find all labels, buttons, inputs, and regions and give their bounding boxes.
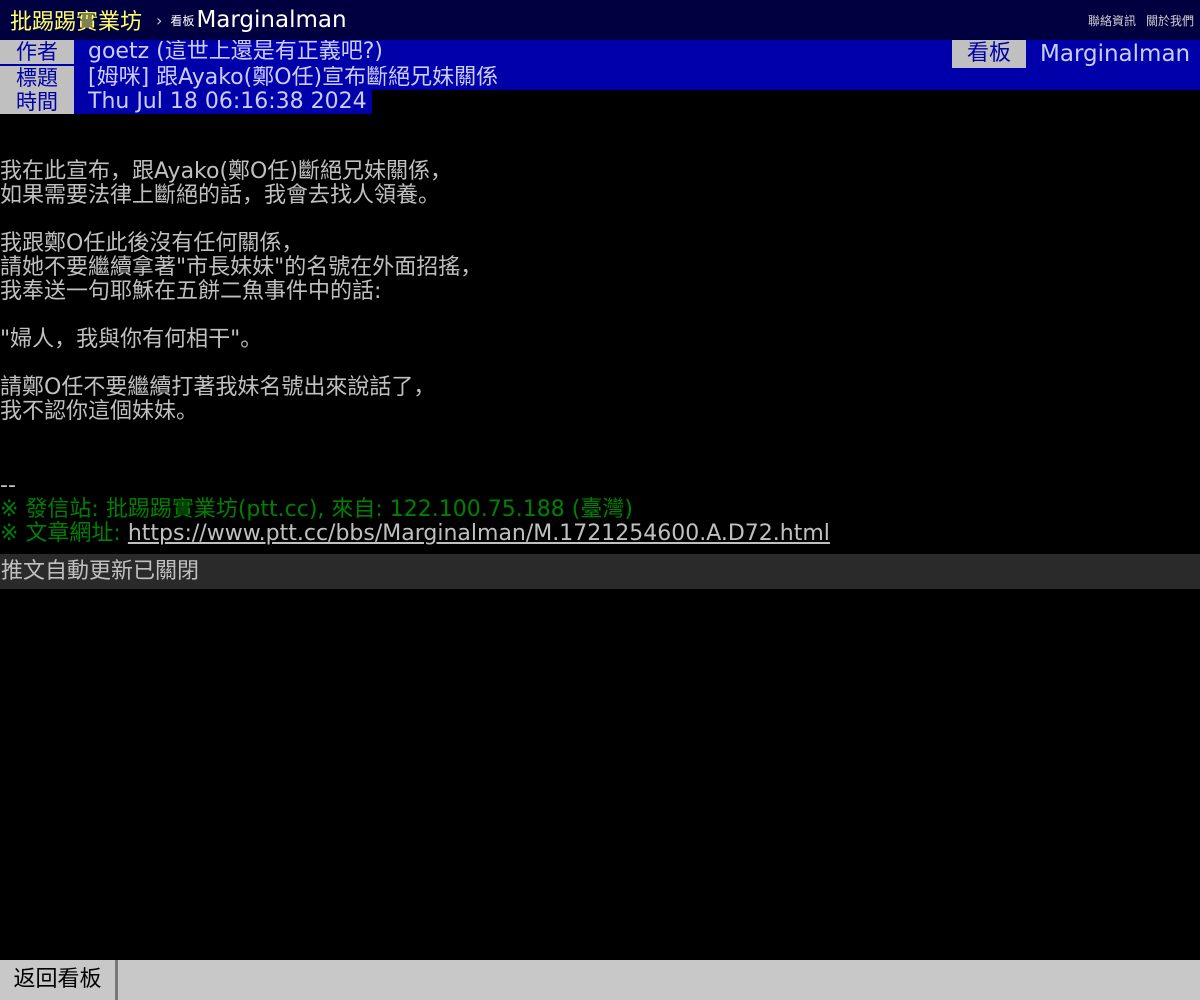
site-logo-link[interactable]: 批踢踢實業坊 <box>10 4 142 36</box>
breadcrumb-board-link[interactable]: Marginalman <box>196 7 346 33</box>
board-value: Marginalman <box>1040 41 1191 67</box>
body-line <box>0 352 1200 376</box>
url-line: ※ 文章網址: https://www.ptt.cc/bbs/Marginalm… <box>0 522 1200 546</box>
body-line: 我奉送一句耶穌在五餅二魚事件中的話: <box>0 279 382 304</box>
body-line: 請鄭O任不要繼續打著我妹名號出來說話了， <box>0 375 436 400</box>
body-line: 如果需要法律上斷絕的話，我會去找人領養。 <box>0 183 441 208</box>
title-tag: 標題 <box>0 66 74 90</box>
signature-dash: -- <box>0 473 16 498</box>
body-line: "婦人，我與你有何相干"。 <box>0 327 263 352</box>
url-label: ※ 文章網址: <box>0 521 128 546</box>
author-value: goetz (這世上還是有正義吧?) <box>88 40 383 64</box>
article-meta-header: 作者 goetz (這世上還是有正義吧?) 標題 [姆咪] 跟Ayako(鄭O任… <box>0 40 1200 114</box>
time-value: Thu Jul 18 06:16:38 2024 <box>88 90 367 114</box>
top-navigation-bar: 批踢踢實業坊 › 看板 Marginalman 聯絡資訊 關於我們 <box>0 0 1200 40</box>
breadcrumb-board-prefix: 看板 <box>170 13 195 28</box>
body-line <box>0 208 1200 232</box>
article-signature: -- ※ 發信站: 批踢踢實業坊(ptt.cc), 來自: 122.100.75… <box>0 474 1200 546</box>
breadcrumb-separator-icon: › <box>156 10 163 30</box>
time-tag: 時間 <box>0 90 74 114</box>
about-link[interactable]: 關於我們 <box>1146 12 1194 29</box>
body-line <box>0 304 1200 328</box>
meta-time-band: 時間 Thu Jul 18 06:16:38 2024 <box>0 90 372 114</box>
body-line: 我不認你這個妹妹。 <box>0 399 199 424</box>
contact-link[interactable]: 聯絡資訊 <box>1088 12 1136 29</box>
ptt-article-page: 批踢踢實業坊 › 看板 Marginalman 聯絡資訊 關於我們 作者 goe… <box>0 0 1200 1000</box>
top-right-links: 聯絡資訊 關於我們 <box>1088 12 1194 29</box>
author-tag: 作者 <box>0 40 74 64</box>
body-line: 我在此宣布，跟Ayako(鄭O任)斷絕兄妹關係， <box>0 159 452 184</box>
back-to-board-button[interactable]: 返回看板 <box>0 960 118 1000</box>
push-update-notice: 推文自動更新已關閉 <box>0 554 1200 589</box>
article-body: 我在此宣布，跟Ayako(鄭O任)斷絕兄妹關係， 如果需要法律上斷絕的話，我會去… <box>0 160 1200 424</box>
origin-line: ※ 發信站: 批踢踢實業坊(ptt.cc), 來自: 122.100.75.18… <box>0 497 633 522</box>
body-line: 我跟鄭O任此後沒有任何關係， <box>0 231 304 256</box>
body-line: 請她不要繼續拿著"市長妹妹"的名號在外面招搖， <box>0 255 483 280</box>
article-url-link[interactable]: https://www.ptt.cc/bbs/Marginalman/M.172… <box>128 521 830 546</box>
board-tag: 看板 <box>952 40 1026 68</box>
bottom-bar: 返回看板 <box>0 960 1200 1000</box>
meta-author-title-band: 作者 goetz (這世上還是有正義吧?) 標題 [姆咪] 跟Ayako(鄭O任… <box>0 40 1200 90</box>
title-value: [姆咪] 跟Ayako(鄭O任)宣布斷絕兄妹關係 <box>88 66 499 90</box>
